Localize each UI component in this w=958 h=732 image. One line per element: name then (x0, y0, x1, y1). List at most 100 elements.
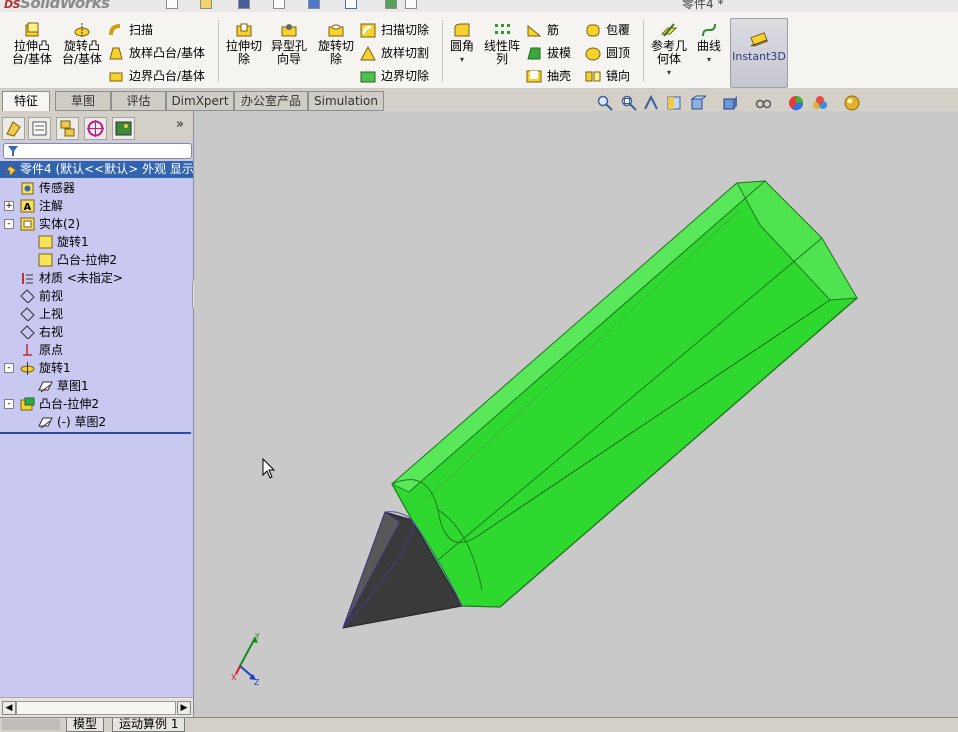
dimxpert-manager-tab-icon[interactable] (84, 117, 107, 140)
tree-item[interactable]: 草图1 (0, 377, 193, 395)
boundary-cut-button[interactable]: 边界切除 (360, 66, 429, 86)
solidworks-logo[interactable]: DSSolidWorks (4, 0, 110, 12)
tab-sketch[interactable]: 草图 (55, 91, 111, 111)
open-folder-icon[interactable] (200, 0, 212, 9)
loft-cut-icon (360, 46, 376, 61)
save-icon[interactable] (238, 0, 250, 9)
new-document-icon[interactable] (166, 0, 178, 9)
revolve-cut-icon (328, 24, 344, 37)
tab-simulation[interactable]: Simulation (308, 91, 384, 111)
linear-pattern-button[interactable]: 线性阵 列 (480, 16, 524, 76)
sweep-button[interactable]: 扫描 (108, 20, 153, 40)
tree-item-label: 原点 (39, 343, 64, 357)
curves-button[interactable]: 曲线 ▾ (693, 16, 725, 76)
hide-show-items-icon[interactable] (755, 95, 771, 111)
collapse-toggle[interactable]: - (4, 399, 14, 409)
tree-filter-input[interactable] (3, 143, 192, 159)
tree-item[interactable]: 材质 <未指定> (0, 269, 193, 287)
configuration-manager-tab-icon[interactable] (56, 117, 79, 140)
ribbon-separator (442, 20, 443, 82)
sweep-icon (109, 24, 121, 36)
zoom-to-area-icon[interactable] (621, 95, 637, 111)
reference-geometry-button[interactable]: 参考几 何体 ▾ (647, 16, 691, 77)
rollback-bar[interactable] (0, 432, 191, 434)
property-manager-tab-icon[interactable] (28, 117, 51, 140)
feature-manager-tab-icon[interactable] (2, 117, 25, 140)
revolve-cut-button[interactable]: 旋转切 除 (313, 16, 359, 76)
section-view-icon[interactable] (666, 95, 682, 111)
fillet-icon (454, 23, 470, 37)
tree-item[interactable]: 上视 (0, 305, 193, 323)
loft-button[interactable]: 放样凸台/基体 (108, 43, 205, 63)
tab-evaluate[interactable]: 评估 (111, 91, 166, 111)
rebuild-icon[interactable] (385, 0, 397, 9)
expand-panel-icon[interactable]: » (176, 117, 184, 132)
tree-item[interactable]: 右视 (0, 323, 193, 341)
select-icon[interactable] (345, 0, 357, 9)
zoom-to-fit-icon[interactable] (597, 95, 613, 111)
display-style-icon[interactable] (722, 95, 738, 111)
bottom-tab-bar: 模型 运动算例 1 (0, 717, 958, 732)
tree-item[interactable]: 旋转1 (0, 233, 193, 251)
pencil-model[interactable] (194, 111, 958, 717)
print-icon[interactable] (273, 0, 285, 9)
tab-motion-study[interactable]: 运动算例 1 (112, 718, 186, 732)
wrap-icon (586, 24, 600, 37)
tree-item[interactable]: - 实体(2) (0, 215, 193, 233)
tab-scroll-arrows[interactable] (2, 719, 60, 730)
plane-icon (20, 289, 35, 303)
sweep-cut-button[interactable]: 扫描切除 (360, 20, 429, 40)
shell-button[interactable]: 抽壳 (526, 66, 571, 86)
dome-button[interactable]: 圆顶 (585, 43, 630, 63)
options-icon[interactable] (405, 0, 417, 9)
extrude-cut-button[interactable]: 拉伸切 除 (222, 16, 266, 76)
tree-horizontal-scrollbar[interactable]: ◀ ▶ (0, 697, 193, 718)
view-orientation-icon[interactable] (690, 95, 706, 111)
scroll-left-arrow[interactable]: ◀ (2, 701, 16, 715)
tree-item[interactable]: 凸台-拉伸2 (0, 251, 193, 269)
expand-toggle[interactable]: + (4, 201, 14, 211)
tree-item[interactable]: - 旋转1 (0, 359, 193, 377)
extrude-boss-button[interactable]: 拉伸凸 台/基体 (8, 16, 56, 76)
loft-cut-button[interactable]: 放样切割 (360, 43, 429, 63)
draft-icon (527, 47, 541, 60)
boundary-boss-button[interactable]: 边界凸台/基体 (108, 66, 205, 86)
tab-model[interactable]: 模型 (66, 718, 105, 732)
revolve-boss-button[interactable]: 旋转凸 台/基体 (58, 16, 106, 76)
hole-wizard-button[interactable]: 异型孔 向导 (266, 16, 312, 76)
scroll-right-arrow[interactable]: ▶ (177, 701, 191, 715)
tab-dimxpert[interactable]: DimXpert (166, 91, 234, 111)
document-title: 零件4 * (682, 0, 724, 11)
graphics-area[interactable] (194, 111, 958, 717)
tree-item-label: 前视 (39, 289, 64, 303)
part-root-item[interactable]: 零件4 (默认<<默认> 外观 显示 (0, 161, 193, 178)
wrap-button[interactable]: 包覆 (585, 20, 630, 40)
apply-scene-icon[interactable] (812, 95, 828, 111)
tab-features[interactable]: 特征 (2, 91, 50, 112)
view-settings-icon[interactable] (844, 95, 860, 111)
tree-item-label: 传感器 (39, 181, 76, 195)
mirror-button[interactable]: 镜向 (585, 66, 630, 86)
rib-button[interactable]: 筋 (526, 20, 559, 40)
scroll-thumb[interactable] (16, 701, 176, 715)
display-manager-tab-icon[interactable] (112, 117, 135, 140)
fillet-button[interactable]: 圆角 ▾ (446, 16, 478, 76)
tree-item[interactable]: + A 注解 (0, 197, 193, 215)
tree-item[interactable]: 原点 (0, 341, 193, 359)
undo-icon[interactable] (308, 0, 320, 9)
part-icon (3, 165, 17, 177)
dome-icon (585, 47, 601, 61)
tab-office-products[interactable]: 办公室产品 (234, 91, 308, 111)
instant3d-toggle[interactable]: Instant3D (730, 18, 788, 88)
plane-icon (20, 325, 35, 339)
edit-appearance-icon[interactable] (788, 95, 804, 111)
tree-item[interactable]: (-) 草图2 (0, 413, 193, 431)
collapse-toggle[interactable]: - (4, 363, 14, 373)
tree-item[interactable]: - 凸台-拉伸2 (0, 395, 193, 413)
collapse-toggle[interactable]: - (4, 219, 14, 229)
tree-item[interactable]: 前视 (0, 287, 193, 305)
title-bar: DSSolidWorks 零件4 * (0, 0, 958, 12)
draft-button[interactable]: 拔模 (526, 43, 571, 63)
previous-view-icon[interactable] (643, 95, 659, 111)
tree-item[interactable]: 传感器 (0, 179, 193, 197)
